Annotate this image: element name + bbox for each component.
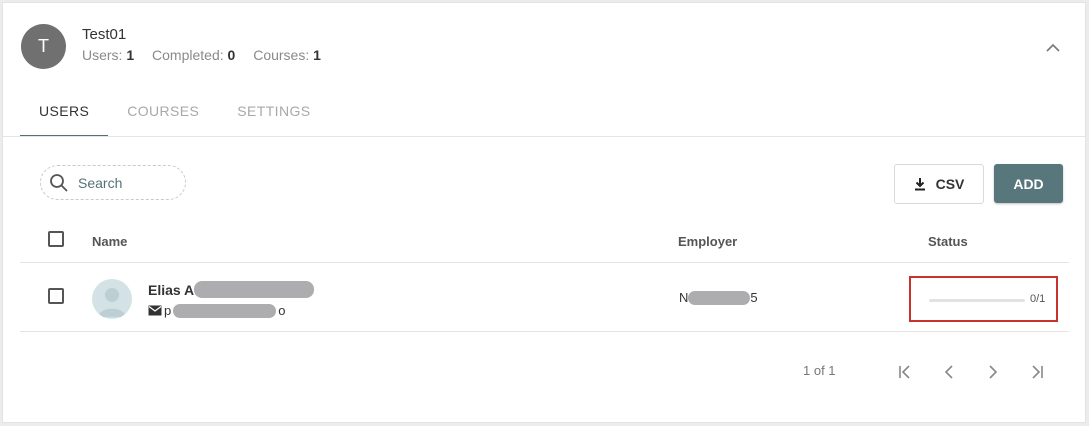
last-page-button[interactable] (1026, 361, 1048, 383)
collapse-button[interactable] (1041, 35, 1065, 59)
pagination-text: 1 of 1 (803, 363, 836, 378)
select-all-checkbox[interactable] (48, 231, 64, 247)
csv-button-label: CSV (935, 176, 965, 192)
csv-button[interactable]: CSV (894, 164, 984, 204)
user-avatar (92, 279, 132, 319)
chevron-up-icon (1046, 43, 1060, 52)
group-card: T Test01 Users: 1 Completed: 0 Courses: … (2, 2, 1086, 423)
stat-users: Users: 1 (82, 47, 135, 63)
employer-cell: N5 (679, 290, 758, 305)
row-divider (20, 331, 1069, 332)
status-cell: 0/1 (909, 276, 1058, 322)
group-stats: Users: 1 Completed: 0 Courses: 1 (82, 47, 335, 63)
email-icon (148, 305, 162, 316)
tab-settings[interactable]: SETTINGS (218, 91, 329, 137)
add-button[interactable]: ADD (994, 164, 1063, 203)
group-avatar: T (21, 24, 66, 69)
prev-page-icon (944, 365, 953, 379)
stat-completed: Completed: 0 (152, 47, 236, 63)
user-avatar-icon (98, 288, 126, 317)
column-header-name: Name (92, 234, 128, 249)
tab-users[interactable]: USERS (20, 91, 109, 137)
row-checkbox[interactable] (48, 288, 64, 304)
name-redaction (194, 281, 315, 298)
stat-courses: Courses: 1 (253, 47, 321, 63)
add-button-label: ADD (1013, 175, 1044, 192)
next-page-button[interactable] (982, 361, 1004, 383)
last-page-icon (1032, 365, 1043, 379)
user-email: po (148, 303, 285, 318)
employer-redaction (688, 290, 751, 305)
first-page-icon (899, 365, 910, 379)
group-avatar-letter: T (38, 36, 49, 56)
group-title: Test01 (82, 26, 127, 43)
search-input[interactable] (78, 174, 173, 191)
progress-label: 0/1 (1030, 293, 1046, 305)
prev-page-button[interactable] (938, 361, 960, 383)
progress-bar (929, 299, 1025, 302)
tabs-divider (3, 136, 1085, 137)
download-icon (914, 178, 925, 191)
tab-bar: USERS COURSES SETTINGS (20, 91, 330, 137)
email-redaction (173, 303, 277, 318)
column-header-status: Status (928, 234, 968, 249)
header-divider (20, 262, 1069, 263)
search-icon (50, 173, 68, 192)
tab-courses[interactable]: COURSES (108, 91, 218, 137)
user-name[interactable]: Elias A (148, 281, 315, 298)
search-box[interactable] (40, 165, 186, 200)
column-header-employer: Employer (678, 234, 738, 249)
first-page-button[interactable] (894, 361, 916, 383)
next-page-icon (989, 365, 998, 379)
